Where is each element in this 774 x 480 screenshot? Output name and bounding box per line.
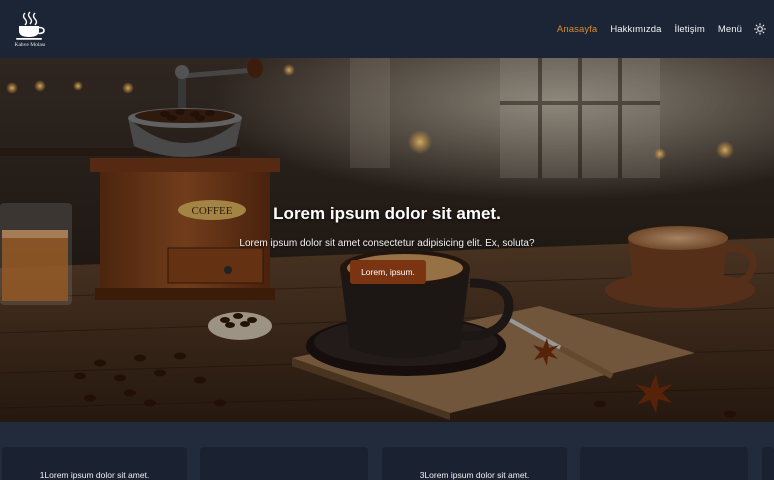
nav-link-anasayfa[interactable]: Anasayfa: [557, 24, 597, 35]
nav-link-menu[interactable]: Menü: [718, 24, 742, 35]
card-3[interactable]: 3Lorem ipsum dolor sit amet.: [382, 447, 567, 480]
card-1[interactable]: 1Lorem ipsum dolor sit amet.: [2, 447, 187, 480]
coffee-cup-icon: [13, 11, 47, 41]
card-4[interactable]: [580, 447, 748, 480]
cards-section: 1Lorem ipsum dolor sit amet. 3Lorem ipsu…: [0, 422, 774, 480]
hero-section: COFFEE Lorem ipsum dolor sit amet. Lorem…: [0, 58, 774, 422]
hero-content: Lorem ipsum dolor sit amet. Lorem ipsum …: [0, 58, 774, 422]
card-title: 3Lorem ipsum dolor sit amet.: [419, 470, 530, 480]
hero-cta-button[interactable]: Lorem, ipsum.: [350, 260, 426, 284]
hero-subtitle: Lorem ipsum dolor sit amet consectetur a…: [239, 238, 535, 249]
hero-title: Lorem ipsum dolor sit amet.: [273, 204, 501, 223]
nav-link-hakkimizda[interactable]: Hakkımızda: [610, 24, 661, 35]
card-5[interactable]: [762, 447, 774, 480]
card-2[interactable]: [200, 447, 368, 480]
navbar: Kahve Molası Anasayfa Hakkımızda İletişi…: [0, 0, 774, 58]
sun-icon: [754, 23, 766, 35]
card-title: 1Lorem ipsum dolor sit amet.: [39, 470, 150, 480]
theme-toggle-button[interactable]: [754, 23, 766, 35]
nav-link-iletisim[interactable]: İletişim: [674, 24, 704, 35]
nav-menu: Anasayfa Hakkımızda İletişim Menü: [544, 23, 766, 35]
brand-name: Kahve Molası: [14, 41, 46, 48]
brand-logo[interactable]: Kahve Molası: [10, 11, 50, 48]
